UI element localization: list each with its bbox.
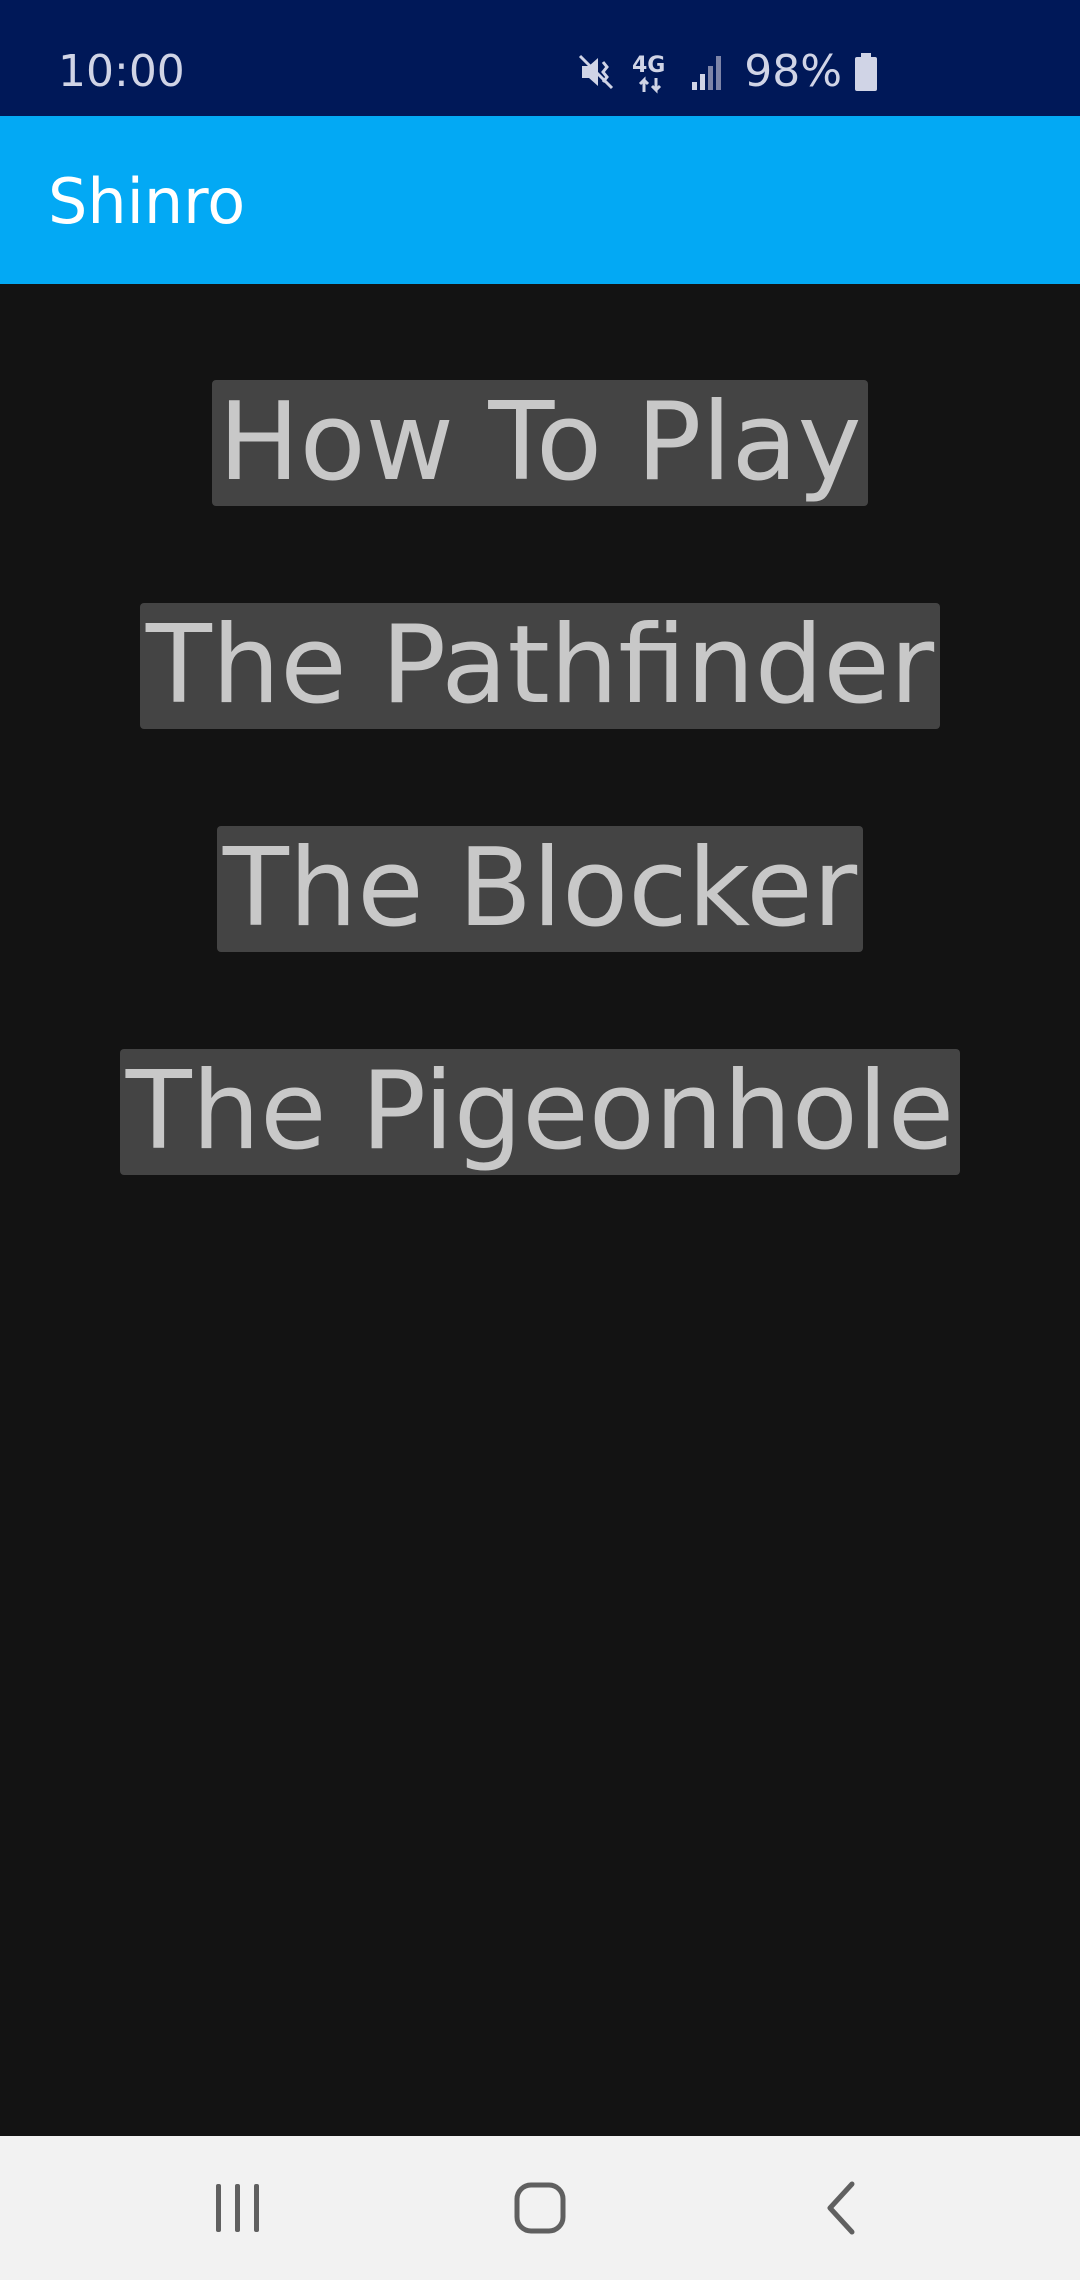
navigation-bar [0, 2136, 1080, 2280]
status-time: 10:00 [58, 46, 185, 97]
mute-vibrate-icon [578, 52, 618, 92]
battery-icon [854, 52, 878, 92]
menu-item-blocker[interactable]: The Blocker [216, 826, 864, 952]
signal-strength-icon [690, 52, 726, 92]
recent-apps-button[interactable] [138, 2136, 338, 2280]
back-button[interactable] [742, 2136, 942, 2280]
back-icon [827, 2181, 855, 2235]
home-button[interactable] [440, 2136, 640, 2280]
menu-item-pathfinder[interactable]: The Pathfinder [139, 603, 941, 729]
network-type-label: 4G [632, 53, 665, 78]
menu-list: How To Play The Pathfinder The Blocker T… [0, 380, 1080, 1272]
app-bar: Shinro [0, 116, 1080, 284]
main-content: How To Play The Pathfinder The Blocker T… [0, 284, 1080, 2136]
menu-item-how-to-play[interactable]: How To Play [212, 380, 868, 506]
recent-apps-icon [216, 2184, 259, 2232]
status-bar: 10:00 4G 98% [0, 0, 1080, 116]
battery-percent: 98% [744, 46, 842, 97]
4g-data-icon: 4G [630, 50, 678, 94]
home-icon [514, 2182, 566, 2234]
app-title: Shinro [48, 165, 246, 238]
status-icons: 4G 98% [578, 44, 878, 100]
menu-item-pigeonhole[interactable]: The Pigeonhole [119, 1049, 961, 1175]
